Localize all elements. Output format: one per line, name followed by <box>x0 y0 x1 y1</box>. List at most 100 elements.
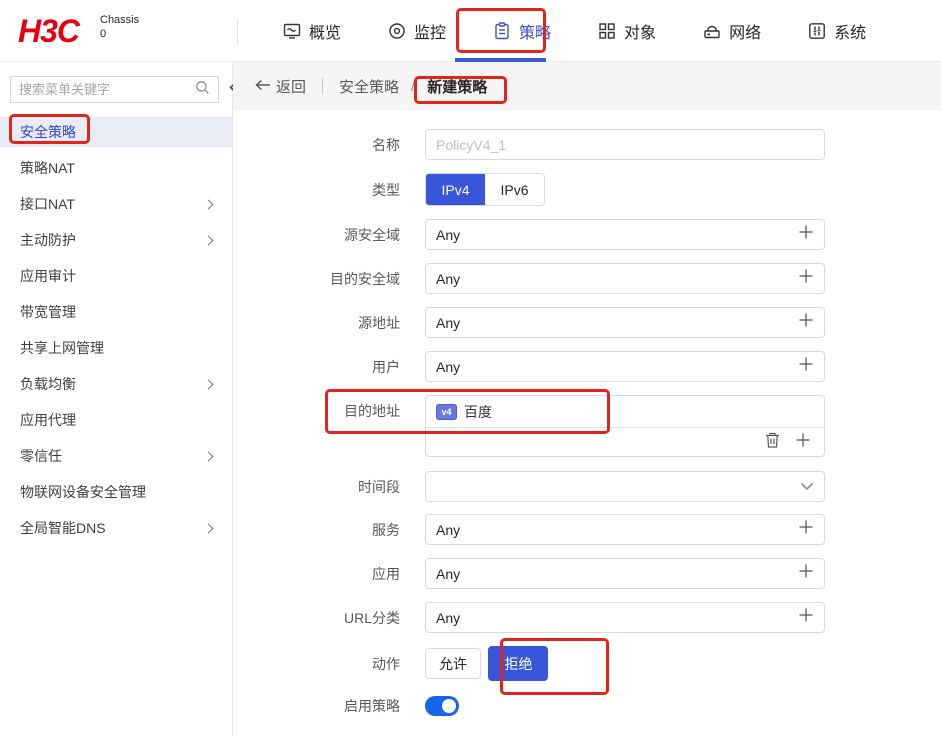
dst-addr-list[interactable]: v4 百度 <box>425 395 825 428</box>
sidebar-item-label: 共享上网管理 <box>20 340 104 356</box>
sidebar-item-zero-trust[interactable]: 零信任 <box>0 441 232 471</box>
form-row-type: 类型 IPv4 IPv6 <box>233 173 941 206</box>
sidebar-item-global-dns[interactable]: 全局智能DNS <box>0 513 232 543</box>
sidebar-item-security-policy[interactable]: 安全策略 <box>0 117 232 147</box>
enable-policy-toggle[interactable] <box>425 696 459 716</box>
nav-tab-label: 策略 <box>519 25 552 42</box>
sidebar-item-app-proxy[interactable]: 应用代理 <box>0 405 232 435</box>
sidebar-item-label: 主动防护 <box>20 232 76 248</box>
search-icon[interactable] <box>195 80 210 100</box>
system-icon <box>808 22 826 40</box>
chevron-right-icon <box>203 451 214 461</box>
sidebar-item-label: 应用代理 <box>20 412 76 428</box>
user-field[interactable]: Any <box>425 351 825 382</box>
chevron-right-icon <box>203 235 214 245</box>
src-addr-value: Any <box>436 314 461 331</box>
main-content: 返回 安全策略 / 新建策略 名称 类型 IPv4 IPv6 源安全域 <box>233 62 941 736</box>
sidebar-item-label: 安全策略 <box>20 124 76 140</box>
src-zone-label: 源安全域 <box>344 226 400 243</box>
nav-tab-label: 监控 <box>414 25 447 42</box>
chevron-down-icon <box>800 478 814 496</box>
plus-icon[interactable] <box>798 312 814 333</box>
sidebar-item-interface-nat[interactable]: 接口NAT <box>0 189 232 219</box>
nav-tab-label: 概览 <box>309 25 342 42</box>
time-range-select[interactable] <box>425 471 825 502</box>
sidebar-item-load-balance[interactable]: 负载均衡 <box>0 369 232 399</box>
form-row-enable-policy: 启用策略 <box>233 696 941 716</box>
url-category-value: Any <box>436 609 461 626</box>
service-field[interactable]: Any <box>425 514 825 545</box>
policy-icon <box>493 22 511 40</box>
nav-tab-objects[interactable]: 对象 <box>598 19 656 43</box>
form-row-dst-addr: 目的地址 v4 百度 <box>233 395 941 457</box>
sidebar-item-label: 零信任 <box>20 448 62 464</box>
breadcrumb-divider <box>322 78 324 94</box>
nav-tab-monitor[interactable]: 监控 <box>388 19 446 43</box>
sidebar-item-bandwidth[interactable]: 带宽管理 <box>0 297 232 327</box>
nav-tab-label: 系统 <box>834 25 867 42</box>
plus-icon[interactable] <box>798 356 814 377</box>
nav-tab-system[interactable]: 系统 <box>808 19 866 43</box>
sidebar-item-active-defense[interactable]: 主动防护 <box>0 225 232 255</box>
nav-tab-policy[interactable]: 策略 <box>493 19 551 43</box>
trash-icon[interactable] <box>765 432 780 453</box>
plus-icon[interactable] <box>798 519 814 540</box>
chevron-right-icon <box>203 523 214 533</box>
url-category-field[interactable]: Any <box>425 602 825 633</box>
sidebar-item-label: 负载均衡 <box>20 376 76 392</box>
action-label: 动作 <box>372 655 400 672</box>
chevron-right-icon <box>203 379 214 389</box>
device-name: Chassis 0 <box>100 13 139 41</box>
breadcrumb-separator: / <box>411 77 416 95</box>
dst-addr-label: 目的地址 <box>344 403 400 419</box>
plus-icon[interactable] <box>798 268 814 289</box>
form-row-src-zone: 源安全域 Any <box>233 219 941 250</box>
application-value: Any <box>436 565 461 582</box>
src-zone-field[interactable]: Any <box>425 219 825 250</box>
breadcrumb-parent[interactable]: 安全策略 <box>339 76 399 97</box>
breadcrumb: 返回 安全策略 / 新建策略 <box>233 62 941 110</box>
monitor-icon <box>388 22 406 40</box>
policy-name-input[interactable] <box>425 129 825 160</box>
sidebar-item-label: 接口NAT <box>20 196 75 212</box>
allow-button[interactable]: 允许 <box>425 648 481 679</box>
ipv4-button[interactable]: IPv4 <box>426 174 485 205</box>
dst-addr-tag-label: 百度 <box>464 403 492 420</box>
main-nav: 概览 监控 策略 对象 网络 系统 <box>283 0 866 62</box>
ip-type-segmented: IPv4 IPv6 <box>425 173 545 206</box>
plus-icon[interactable] <box>798 607 814 628</box>
sidebar-item-app-audit[interactable]: 应用审计 <box>0 261 232 291</box>
back-button[interactable]: 返回 <box>255 76 306 97</box>
ipv6-button[interactable]: IPv6 <box>485 174 544 205</box>
header-divider <box>237 18 238 46</box>
dst-addr-field: v4 百度 <box>425 395 825 457</box>
back-label: 返回 <box>276 78 307 96</box>
service-value: Any <box>436 521 461 538</box>
dst-addr-tag[interactable]: v4 百度 <box>436 402 492 422</box>
src-addr-field[interactable]: Any <box>425 307 825 338</box>
form-row-dst-zone: 目的安全域 Any <box>233 263 941 294</box>
network-icon <box>703 22 721 40</box>
overview-icon <box>283 22 301 40</box>
menu-search-input[interactable] <box>19 82 195 97</box>
sidebar-item-iot-security[interactable]: 物联网设备安全管理 <box>0 477 232 507</box>
form-row-service: 服务 Any <box>233 514 941 545</box>
device-name-line1: Chassis <box>100 14 140 26</box>
deny-button[interactable]: 拒绝 <box>488 646 549 681</box>
sidebar-item-policy-nat[interactable]: 策略NAT <box>0 153 232 183</box>
plus-icon[interactable] <box>798 563 814 584</box>
sidebar-item-label: 策略NAT <box>20 160 75 176</box>
src-zone-value: Any <box>436 226 461 243</box>
nav-tab-overview[interactable]: 概览 <box>283 19 341 43</box>
application-field[interactable]: Any <box>425 558 825 589</box>
plus-icon[interactable] <box>798 224 814 245</box>
breadcrumb-current: 新建策略 <box>427 78 488 96</box>
application-label: 应用 <box>372 565 400 582</box>
plus-icon[interactable] <box>795 432 811 453</box>
sidebar-item-shared-internet[interactable]: 共享上网管理 <box>0 333 232 363</box>
dst-zone-field[interactable]: Any <box>425 263 825 294</box>
new-policy-form: 名称 类型 IPv4 IPv6 源安全域 Any <box>233 110 941 716</box>
nav-tab-network[interactable]: 网络 <box>703 19 761 43</box>
service-label: 服务 <box>372 521 400 538</box>
dst-zone-label: 目的安全域 <box>330 270 400 287</box>
